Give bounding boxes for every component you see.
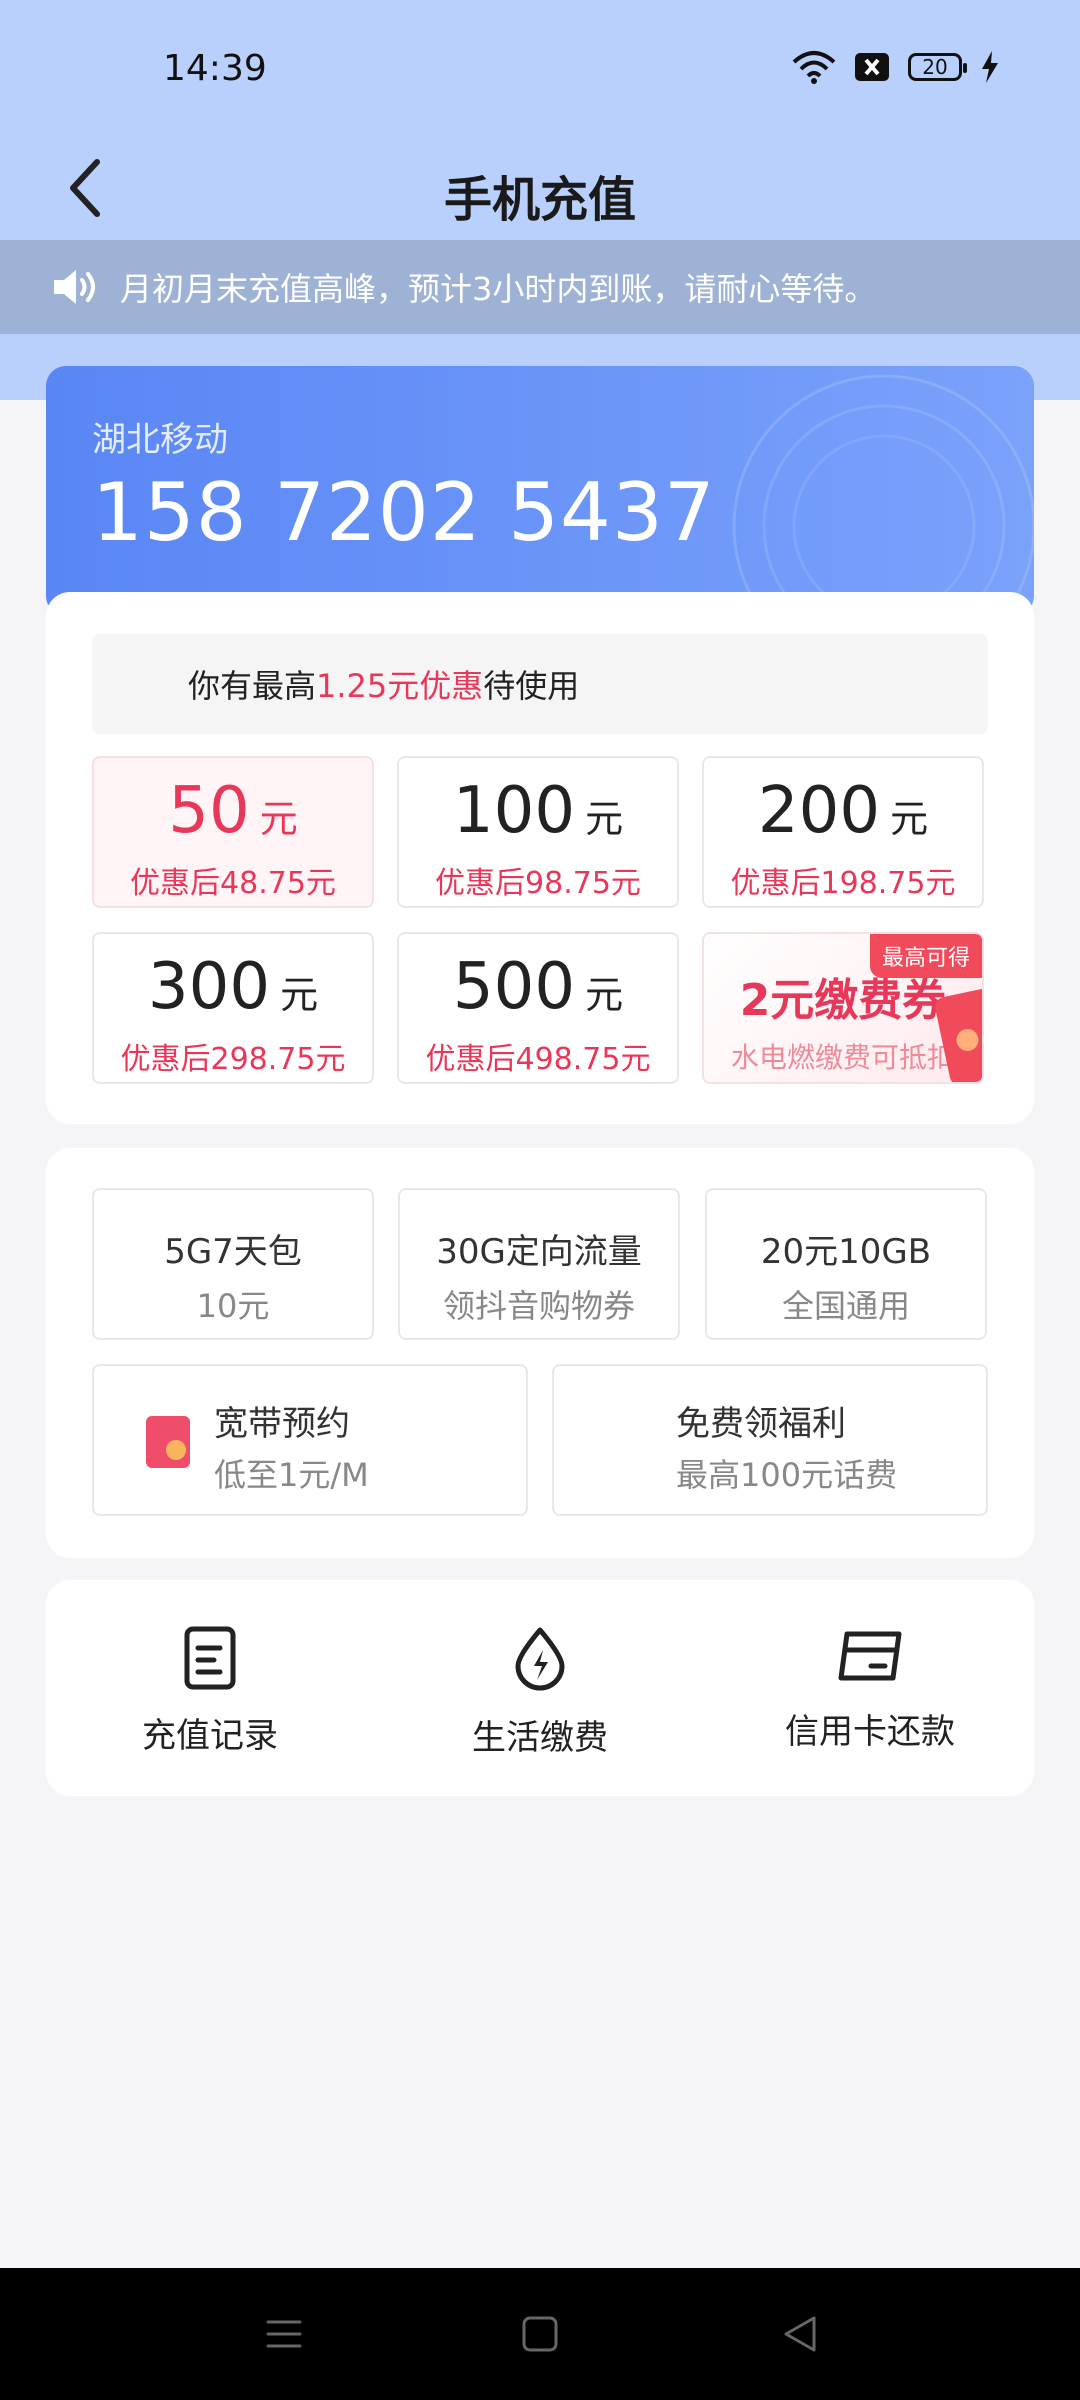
coupon-subtitle: 水电燃缴费可抵扣	[730, 1041, 955, 1074]
speaker-icon	[52, 267, 102, 307]
back-triangle-icon[interactable]	[778, 2312, 822, 2356]
document-icon	[90, 1626, 330, 1690]
nav-bar: 手机充值	[0, 140, 1080, 240]
benefits-title: 免费领福利	[676, 1404, 846, 1444]
credit-card-icon	[750, 1626, 990, 1686]
package-30g-directional[interactable]: 30G定向流量 领抖音购物券	[398, 1188, 680, 1340]
red-envelope-icon	[146, 1416, 190, 1468]
phone-number: 158 7202 5437	[92, 466, 716, 559]
amount-option-50[interactable]: 50 元 优惠后48.75元	[92, 756, 374, 908]
quick-action-label: 生活缴费	[472, 1718, 608, 1758]
amount-unit: 元	[890, 797, 929, 841]
coupon-card[interactable]: 最高可得 2元缴费券 水电燃缴费可抵扣	[702, 932, 984, 1084]
status-icons: 20	[792, 50, 1000, 84]
amount-option-500[interactable]: 500 元 优惠后498.75元	[397, 932, 679, 1084]
broadband-booking[interactable]: 宽带预约 低至1元/M	[92, 1364, 528, 1516]
notice-text: 月初月末充值高峰，预计3小时内到账，请耐心等待。	[120, 270, 877, 308]
packages-panel: 5G7天包 10元 30G定向流量 领抖音购物券 20元10GB 全国通用 宽带…	[46, 1148, 1034, 1558]
status-bar: 14:39 20	[0, 0, 1080, 140]
quick-action-label: 充值记录	[142, 1716, 278, 1756]
amount-value: 500	[452, 950, 576, 1024]
life-payment-button[interactable]: 生活缴费	[420, 1626, 660, 1759]
discount-banner[interactable]: 你有最高 1.25元优惠 待使用	[92, 634, 988, 734]
quick-actions-panel: 充值记录 生活缴费 信用卡还款	[46, 1580, 1034, 1796]
amount-unit: 元	[280, 973, 319, 1017]
amount-value: 300	[147, 950, 271, 1024]
status-time: 14:39	[163, 48, 267, 89]
credit-card-repay-button[interactable]: 信用卡还款	[750, 1626, 990, 1753]
page-title: 手机充值	[443, 172, 636, 228]
amount-value: 100	[452, 774, 576, 848]
amount-unit: 元	[259, 797, 298, 841]
amount-value: 50	[168, 774, 250, 848]
amount-panel: 你有最高 1.25元优惠 待使用 50 元 优惠后48.75元 100 元 优惠后98.…	[46, 592, 1034, 1124]
discount-suffix: 待使用	[483, 667, 580, 705]
coupon-tag: 最高可得	[869, 934, 982, 978]
close-box-icon	[854, 52, 890, 82]
amount-unit: 元	[585, 973, 624, 1017]
battery-level: 20	[922, 55, 948, 79]
notice-bar: 月初月末充值高峰，预计3小时内到账，请耐心等待。	[0, 240, 1080, 334]
free-benefits[interactable]: 免费领福利 最高100元话费	[552, 1364, 988, 1516]
amount-discounted: 优惠后498.75元	[425, 1042, 651, 1077]
menu-icon[interactable]	[262, 2312, 306, 2356]
discount-highlight: 1.25元优惠	[316, 667, 484, 705]
home-icon[interactable]	[518, 2312, 562, 2356]
phone-card[interactable]: 湖北移动 158 7202 5437	[46, 366, 1034, 616]
amount-option-300[interactable]: 300 元 优惠后298.75元	[92, 932, 374, 1084]
recharge-history-button[interactable]: 充值记录	[90, 1626, 330, 1757]
broadband-subtitle: 低至1元/M	[214, 1456, 369, 1494]
quick-action-label: 信用卡还款	[785, 1712, 955, 1752]
discount-prefix: 你有最高	[188, 667, 317, 705]
package-title: 20元10GB	[760, 1232, 932, 1272]
package-5g-7day[interactable]: 5G7天包 10元	[92, 1188, 374, 1340]
amount-option-200[interactable]: 200 元 优惠后198.75元	[702, 756, 984, 908]
amount-discounted: 优惠后198.75元	[730, 866, 956, 901]
charging-bolt-icon	[980, 51, 1000, 83]
package-20yuan-10gb[interactable]: 20元10GB 全国通用	[705, 1188, 987, 1340]
amount-value: 200	[757, 774, 881, 848]
amount-unit: 元	[585, 797, 624, 841]
package-title: 5G7天包	[164, 1232, 302, 1272]
amount-discounted: 优惠后98.75元	[435, 866, 641, 901]
package-subtitle: 全国通用	[781, 1287, 910, 1325]
benefits-subtitle: 最高100元话费	[676, 1456, 898, 1494]
utility-drop-icon	[420, 1626, 660, 1692]
carrier-name: 湖北移动	[92, 420, 228, 460]
amount-option-100[interactable]: 100 元 优惠后98.75元	[397, 756, 679, 908]
amount-discounted: 优惠后48.75元	[130, 866, 336, 901]
package-subtitle: 领抖音购物券	[442, 1287, 635, 1325]
broadband-title: 宽带预约	[214, 1404, 350, 1444]
amount-discounted: 优惠后298.75元	[120, 1042, 346, 1077]
package-title: 30G定向流量	[436, 1232, 642, 1272]
battery-icon: 20	[908, 53, 967, 81]
system-nav-bar	[0, 2268, 1080, 2400]
package-subtitle: 10元	[196, 1287, 270, 1325]
wifi-icon	[792, 50, 836, 84]
